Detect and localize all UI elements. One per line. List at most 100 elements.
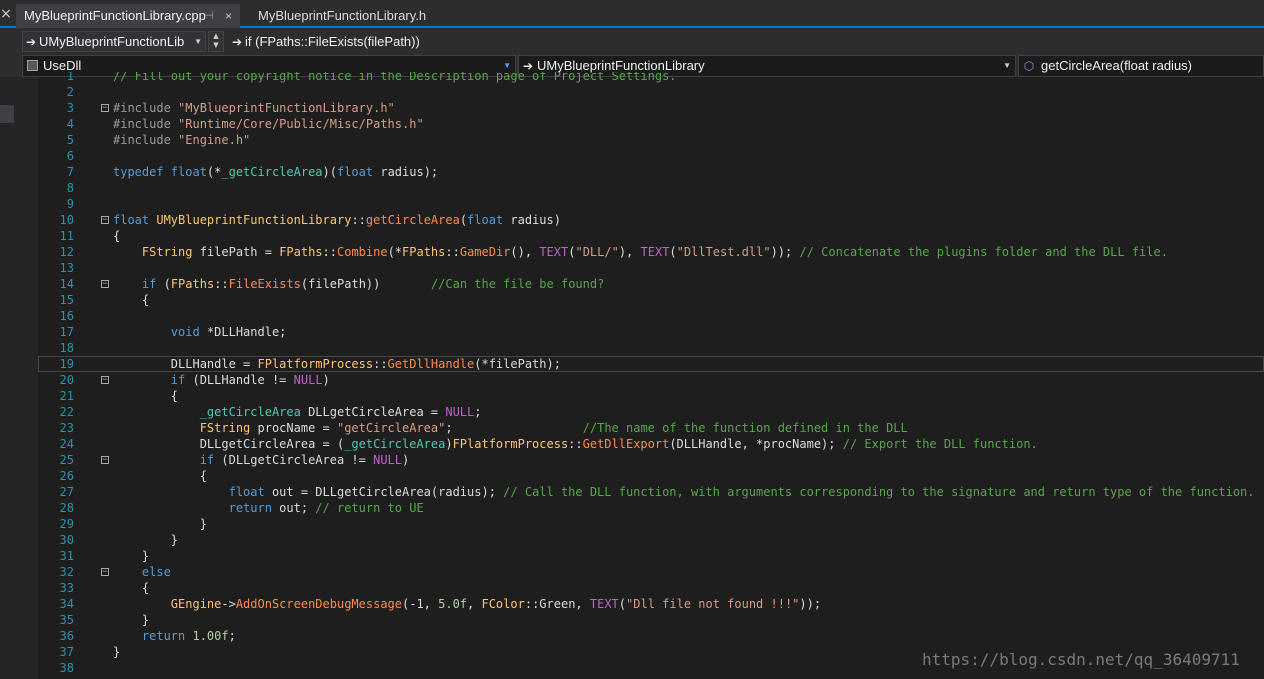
collapse-icon[interactable]: −: [101, 568, 109, 577]
code-line[interactable]: 4 #include "Runtime/Core/Public/Misc/Path…: [38, 116, 1264, 132]
code-line[interactable]: 18: [38, 340, 1264, 356]
code-line[interactable]: 21 {: [38, 388, 1264, 404]
collapse-icon[interactable]: −: [101, 280, 109, 289]
code-token: float: [467, 213, 511, 227]
code-text: {: [113, 228, 120, 244]
code-line[interactable]: 9: [38, 196, 1264, 212]
pin-icon[interactable]: ⊣: [204, 4, 214, 28]
code-line[interactable]: 26 {: [38, 468, 1264, 484]
code-text: #include "Runtime/Core/Public/Misc/Paths…: [113, 116, 424, 132]
line-number: 24: [59, 437, 74, 451]
code-line[interactable]: 25 − if (DLLgetCircleArea != NULL): [38, 452, 1264, 468]
line-number: 11: [59, 229, 74, 243]
line-number: 10: [59, 213, 74, 227]
code-line[interactable]: 7 typedef float(*_getCircleArea)(float ra…: [38, 164, 1264, 180]
code-line[interactable]: 24 DLLgetCircleArea = (_getCircleArea)FP…: [38, 436, 1264, 452]
code-token: FPaths: [402, 245, 446, 259]
code-line[interactable]: 10− float UMyBlueprintFunctionLibrary::ge…: [38, 212, 1264, 228]
code-token: getCircleArea: [365, 213, 460, 227]
code-token: 1.00f: [192, 629, 229, 643]
line-number: 13: [59, 261, 74, 275]
code-line[interactable]: 11 {: [38, 228, 1264, 244]
side-panel-selection[interactable]: [0, 105, 14, 123]
code-text: DLLgetCircleArea = (_getCircleArea)FPlat…: [113, 436, 1038, 452]
code-line[interactable]: 29 }: [38, 516, 1264, 532]
scope-stepper[interactable]: ▲ ▼: [208, 31, 224, 52]
code-token: ::: [568, 437, 583, 451]
code-token: void: [170, 325, 207, 339]
line-number: 5: [66, 133, 74, 147]
code-text: {: [113, 388, 178, 404]
code-line[interactable]: 8: [38, 180, 1264, 196]
code-line[interactable]: 32 − else: [38, 564, 1264, 580]
code-line[interactable]: 19 DLLHandle = FPlatformProcess::GetDllH…: [38, 356, 1264, 372]
code-token: FPlatformProcess: [257, 357, 374, 371]
code-token: // Call the DLL function, with arguments…: [503, 485, 1255, 499]
collapse-icon[interactable]: −: [101, 456, 109, 465]
line-number: 1: [66, 72, 74, 83]
code-line[interactable]: 14 − if (FPaths::FileExists(filePath)) //…: [38, 276, 1264, 292]
tab-header-file[interactable]: MyBlueprintFunctionLibrary.h: [250, 4, 450, 28]
code-line[interactable]: 22 _getCircleArea DLLgetCircleArea = NUL…: [38, 404, 1264, 420]
code-text: {: [113, 468, 207, 484]
collapse-icon[interactable]: −: [101, 104, 109, 113]
code-token: (: [669, 245, 677, 259]
code-token: ));: [799, 597, 822, 611]
code-token: }: [113, 517, 207, 531]
collapse-icon[interactable]: −: [101, 376, 109, 385]
code-line[interactable]: 1 // Fill out your copyright notice in th…: [38, 72, 1264, 84]
code-token: (*filePath);: [474, 357, 561, 371]
line-number: 7: [66, 165, 74, 179]
code-line[interactable]: 2: [38, 84, 1264, 100]
indicator-margin: [14, 77, 38, 679]
close-icon[interactable]: ×: [0, 6, 12, 22]
line-number: 19: [59, 357, 74, 371]
collapse-icon[interactable]: −: [101, 216, 109, 225]
code-line[interactable]: 16: [38, 308, 1264, 324]
code-line[interactable]: 3 − #include "MyBlueprintFunctionLibrary.h…: [38, 100, 1264, 116]
code-line[interactable]: 6: [38, 148, 1264, 164]
code-line[interactable]: 13: [38, 260, 1264, 276]
block-scope-value: if (FPaths::FileExists(filePath)): [245, 34, 420, 49]
code-token: ;: [228, 629, 236, 643]
code-token: 5.0f: [438, 597, 468, 611]
code-text: GEngine->AddOnScreenDebugMessage(-1, 5.0…: [113, 596, 821, 612]
code-line[interactable]: 36 return 1.00f;: [38, 628, 1264, 644]
code-line[interactable]: 23 FString procName = "getCircleArea"; /…: [38, 420, 1264, 436]
code-line[interactable]: 17 void *DLLHandle;: [38, 324, 1264, 340]
tab-cpp-file[interactable]: MyBlueprintFunctionLibrary.cpp ⊣ ×: [16, 4, 240, 28]
line-number: 17: [59, 325, 74, 339]
code-line[interactable]: 15 {: [38, 292, 1264, 308]
code-token: // return to UE: [315, 501, 424, 515]
code-text: }: [113, 532, 178, 548]
code-line[interactable]: 12 FString filePath = FPaths::Combine(*F…: [38, 244, 1264, 260]
code-line[interactable]: 34 GEngine->AddOnScreenDebugMessage(-1, …: [38, 596, 1264, 612]
code-line[interactable]: 27 float out = DLLgetCircleArea(radius);…: [38, 484, 1264, 500]
class-scope-dropdown[interactable]: ➔ UMyBlueprintFunctionLib ▼: [22, 31, 206, 52]
side-panel-strip: [0, 77, 14, 679]
code-editor[interactable]: 1 // Fill out your copyright notice in th…: [38, 72, 1264, 679]
code-line[interactable]: 33 {: [38, 580, 1264, 596]
block-scope-dropdown[interactable]: ➔ if (FPaths::FileExists(filePath)): [228, 31, 440, 52]
code-token: filePath =: [199, 245, 280, 259]
code-text: void *DLLHandle;: [113, 324, 287, 340]
code-line[interactable]: 5 #include "Engine.h": [38, 132, 1264, 148]
tab-close-icon[interactable]: ×: [225, 4, 232, 28]
code-token: ::: [373, 357, 388, 371]
code-text: if (DLLHandle != NULL): [113, 372, 330, 388]
line-number: 6: [66, 149, 74, 163]
code-line[interactable]: 20 − if (DLLHandle != NULL): [38, 372, 1264, 388]
code-line[interactable]: 31 }: [38, 548, 1264, 564]
code-line[interactable]: 28 return out; // return to UE: [38, 500, 1264, 516]
code-line[interactable]: 30 }: [38, 532, 1264, 548]
code-token: Combine: [337, 245, 388, 259]
code-line[interactable]: 35 }: [38, 612, 1264, 628]
code-token: GetDllHandle: [387, 357, 475, 371]
line-number: 28: [59, 501, 74, 515]
code-token: ::: [445, 245, 460, 259]
code-token: ::: [351, 213, 366, 227]
code-token: )(: [322, 165, 337, 179]
